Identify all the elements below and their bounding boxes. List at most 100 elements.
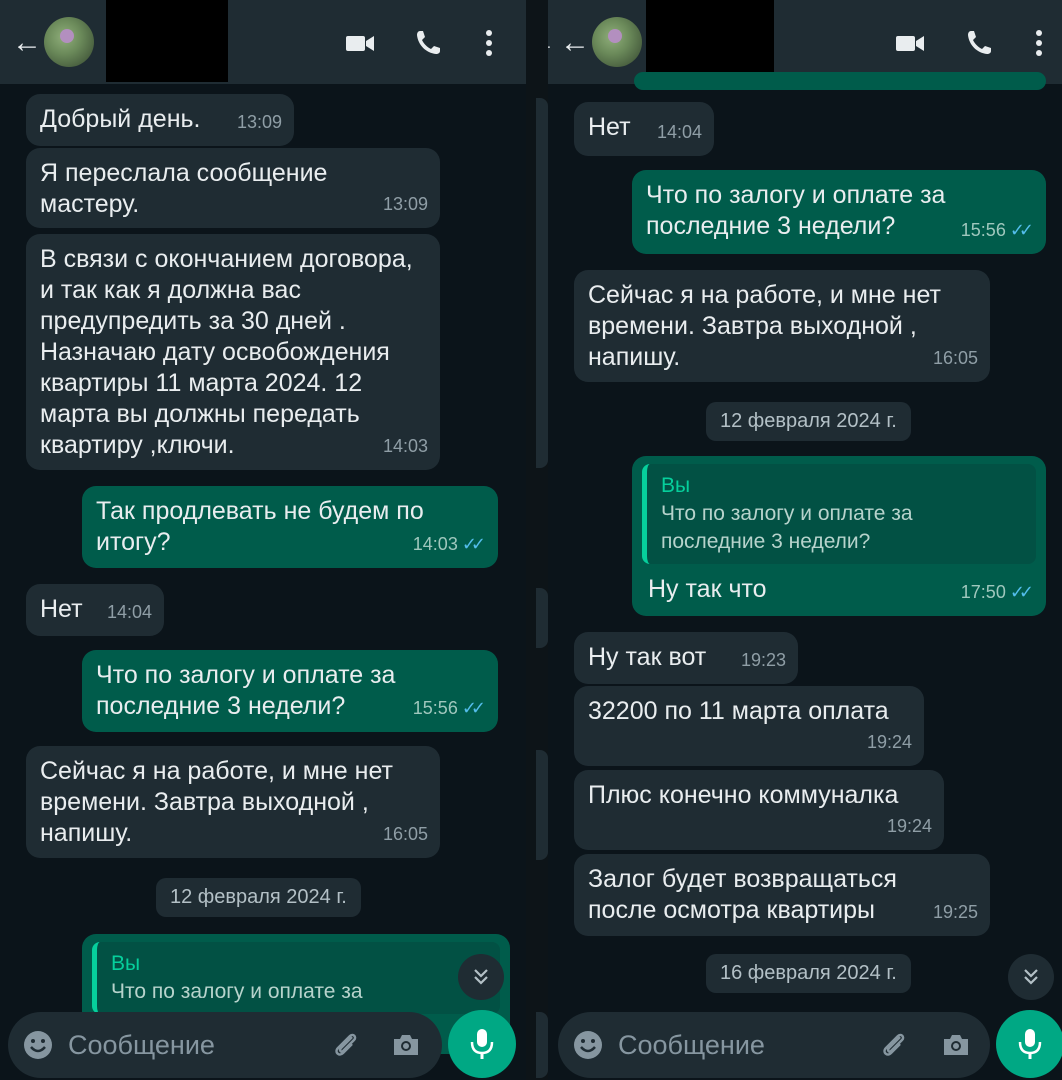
quoted-message[interactable]: Вы Что по залогу и оплате за последние 3… xyxy=(642,464,1036,564)
message-incoming[interactable]: Нет 14:04 xyxy=(574,102,714,156)
message-input[interactable]: Сообщение xyxy=(618,1030,765,1061)
message-time: 15:56 xyxy=(412,698,458,718)
message-text: Ну так что xyxy=(648,575,767,603)
avatar[interactable] xyxy=(592,17,642,67)
quote-author: Вы xyxy=(661,474,691,497)
double-check-icon: ✓✓ xyxy=(461,698,486,718)
quote-author: Вы xyxy=(111,952,141,975)
message-incoming[interactable]: Сейчас я на работе, и мне нет времени. З… xyxy=(574,270,990,382)
redacted-contact-name xyxy=(646,0,774,82)
quote-text: Что по залогу и оплате за последние 3 не… xyxy=(661,502,913,553)
message-time: 16:05 xyxy=(932,348,978,368)
more-vertical-icon[interactable] xyxy=(1024,28,1054,58)
message-time: 14:03 xyxy=(382,436,428,456)
double-check-icon: ✓✓ xyxy=(1009,220,1034,240)
message-incoming[interactable]: Нет 14:04 xyxy=(26,584,164,636)
redacted-contact-name xyxy=(106,0,228,82)
date-separator: 12 февраля 2024 г. xyxy=(706,402,911,441)
message-time: 19:25 xyxy=(932,902,978,922)
message-outgoing-partial[interactable] xyxy=(634,72,1046,90)
message-list: Добрый день. 13:09 Я переслала сообщение… xyxy=(0,84,526,1080)
message-input[interactable]: Сообщение xyxy=(68,1030,215,1061)
phone-icon[interactable] xyxy=(964,28,996,58)
emoji-icon[interactable] xyxy=(22,1029,54,1061)
quote-text: Что по залогу и оплате за xyxy=(111,980,363,1003)
message-incoming[interactable]: Ну так вот 19:23 xyxy=(574,632,798,684)
message-meta: 14:03 ✓✓ xyxy=(413,529,486,560)
message-text: Ну так вот xyxy=(588,643,707,671)
pane-divider xyxy=(526,0,548,1080)
scroll-to-bottom-button[interactable] xyxy=(458,954,504,1000)
paperclip-icon[interactable] xyxy=(330,1029,362,1061)
message-input-bar[interactable]: Сообщение xyxy=(558,1012,990,1078)
message-outgoing[interactable]: Вы Что по залогу и оплате за последние 3… xyxy=(632,456,1046,616)
message-text: В связи с окончанием договора, и так как… xyxy=(40,245,413,459)
message-time: 15:56 xyxy=(960,220,1006,240)
message-outgoing[interactable]: Так продлевать не будем по итогу? 14:03 ✓… xyxy=(82,486,498,568)
message-text: Сейчас я на работе, и мне нет времени. З… xyxy=(40,757,393,847)
message-time: 17:50 xyxy=(960,582,1006,602)
message-text: Залог будет возвращаться после осмотра к… xyxy=(588,865,897,924)
message-text: Плюс конечно коммуналка xyxy=(588,781,899,809)
message-time: 16:05 xyxy=(382,824,428,844)
message-time: 13:09 xyxy=(382,194,428,214)
message-meta: 15:56 ✓✓ xyxy=(413,693,486,724)
message-incoming[interactable]: Сейчас я на работе, и мне нет времени. З… xyxy=(26,746,440,858)
double-check-icon: ✓✓ xyxy=(461,534,486,554)
video-call-icon[interactable] xyxy=(894,28,926,58)
message-time: 14:04 xyxy=(106,602,152,622)
camera-icon[interactable] xyxy=(940,1029,972,1061)
more-vertical-icon[interactable] xyxy=(474,28,504,58)
message-text: Нет xyxy=(40,595,83,623)
camera-icon[interactable] xyxy=(390,1029,422,1061)
chevron-double-down-icon xyxy=(474,969,488,985)
message-meta: 15:56 ✓✓ xyxy=(961,215,1034,246)
message-incoming[interactable]: 32200 по 11 марта оплата 19:24 xyxy=(574,686,924,766)
arrow-back-icon[interactable]: ← xyxy=(12,28,42,58)
message-incoming[interactable]: Залог будет возвращаться после осмотра к… xyxy=(574,854,990,936)
phone-icon[interactable] xyxy=(413,28,445,58)
voice-record-button[interactable] xyxy=(448,1010,516,1078)
message-text: Добрый день. xyxy=(40,105,201,133)
message-input-bar[interactable]: Сообщение xyxy=(8,1012,442,1078)
arrow-back-icon[interactable]: ← xyxy=(560,28,590,58)
emoji-icon[interactable] xyxy=(572,1029,604,1061)
message-text: Что по залогу и оплате за последние 3 не… xyxy=(96,661,396,720)
message-incoming[interactable]: Добрый день. 13:09 xyxy=(26,94,294,146)
message-time: 13:09 xyxy=(236,112,282,132)
message-text: Я переслала сообщение мастеру. xyxy=(40,159,328,218)
message-meta: 17:50 ✓✓ xyxy=(961,577,1034,608)
paperclip-icon[interactable] xyxy=(878,1029,910,1061)
message-incoming[interactable]: Я переслала сообщение мастеру. 13:09 xyxy=(26,148,440,228)
message-time: 19:23 xyxy=(740,650,786,670)
avatar[interactable] xyxy=(44,17,94,67)
message-time: 14:03 xyxy=(412,534,458,554)
message-time: 19:24 xyxy=(866,732,912,752)
chat-header: ← xyxy=(0,0,526,84)
message-outgoing[interactable]: Что по залогу и оплате за последние 3 не… xyxy=(632,170,1046,254)
quoted-message[interactable]: Вы Что по залогу и оплате за xyxy=(92,942,500,1014)
microphone-icon xyxy=(470,1029,494,1059)
date-separator: 16 февраля 2024 г. xyxy=(706,954,911,993)
message-text: Что по залогу и оплате за последние 3 не… xyxy=(646,181,946,240)
chevron-double-down-icon xyxy=(1024,969,1038,985)
scroll-to-bottom-button[interactable] xyxy=(1008,954,1054,1000)
message-list: Нет 14:04 Что по залогу и оплате за посл… xyxy=(548,72,1062,1080)
date-separator: 12 февраля 2024 г. xyxy=(156,878,361,917)
message-text: Так продлевать не будем по итогу? xyxy=(96,497,424,556)
message-time: 14:04 xyxy=(656,122,702,142)
arrow-back-icon[interactable]: ← xyxy=(548,28,556,58)
message-text: Нет xyxy=(588,113,631,141)
message-text: Сейчас я на работе, и мне нет времени. З… xyxy=(588,281,941,371)
message-incoming[interactable]: В связи с окончанием договора, и так как… xyxy=(26,234,440,470)
message-text: 32200 по 11 марта оплата xyxy=(588,697,889,725)
chat-pane-right: ← ← Нет 14:04 Что по залогу и оплате за … xyxy=(548,0,1062,1080)
microphone-icon xyxy=(1018,1029,1042,1059)
chat-pane-left: ← Добрый день. 13:09 Я переслала сообщен… xyxy=(0,0,526,1080)
message-outgoing[interactable]: Что по залогу и оплате за последние 3 не… xyxy=(82,650,498,732)
message-incoming[interactable]: Плюс конечно коммуналка 19:24 xyxy=(574,770,944,850)
video-call-icon[interactable] xyxy=(344,28,376,58)
double-check-icon: ✓✓ xyxy=(1009,582,1034,602)
voice-record-button[interactable] xyxy=(996,1010,1062,1078)
message-time: 19:24 xyxy=(886,816,932,836)
